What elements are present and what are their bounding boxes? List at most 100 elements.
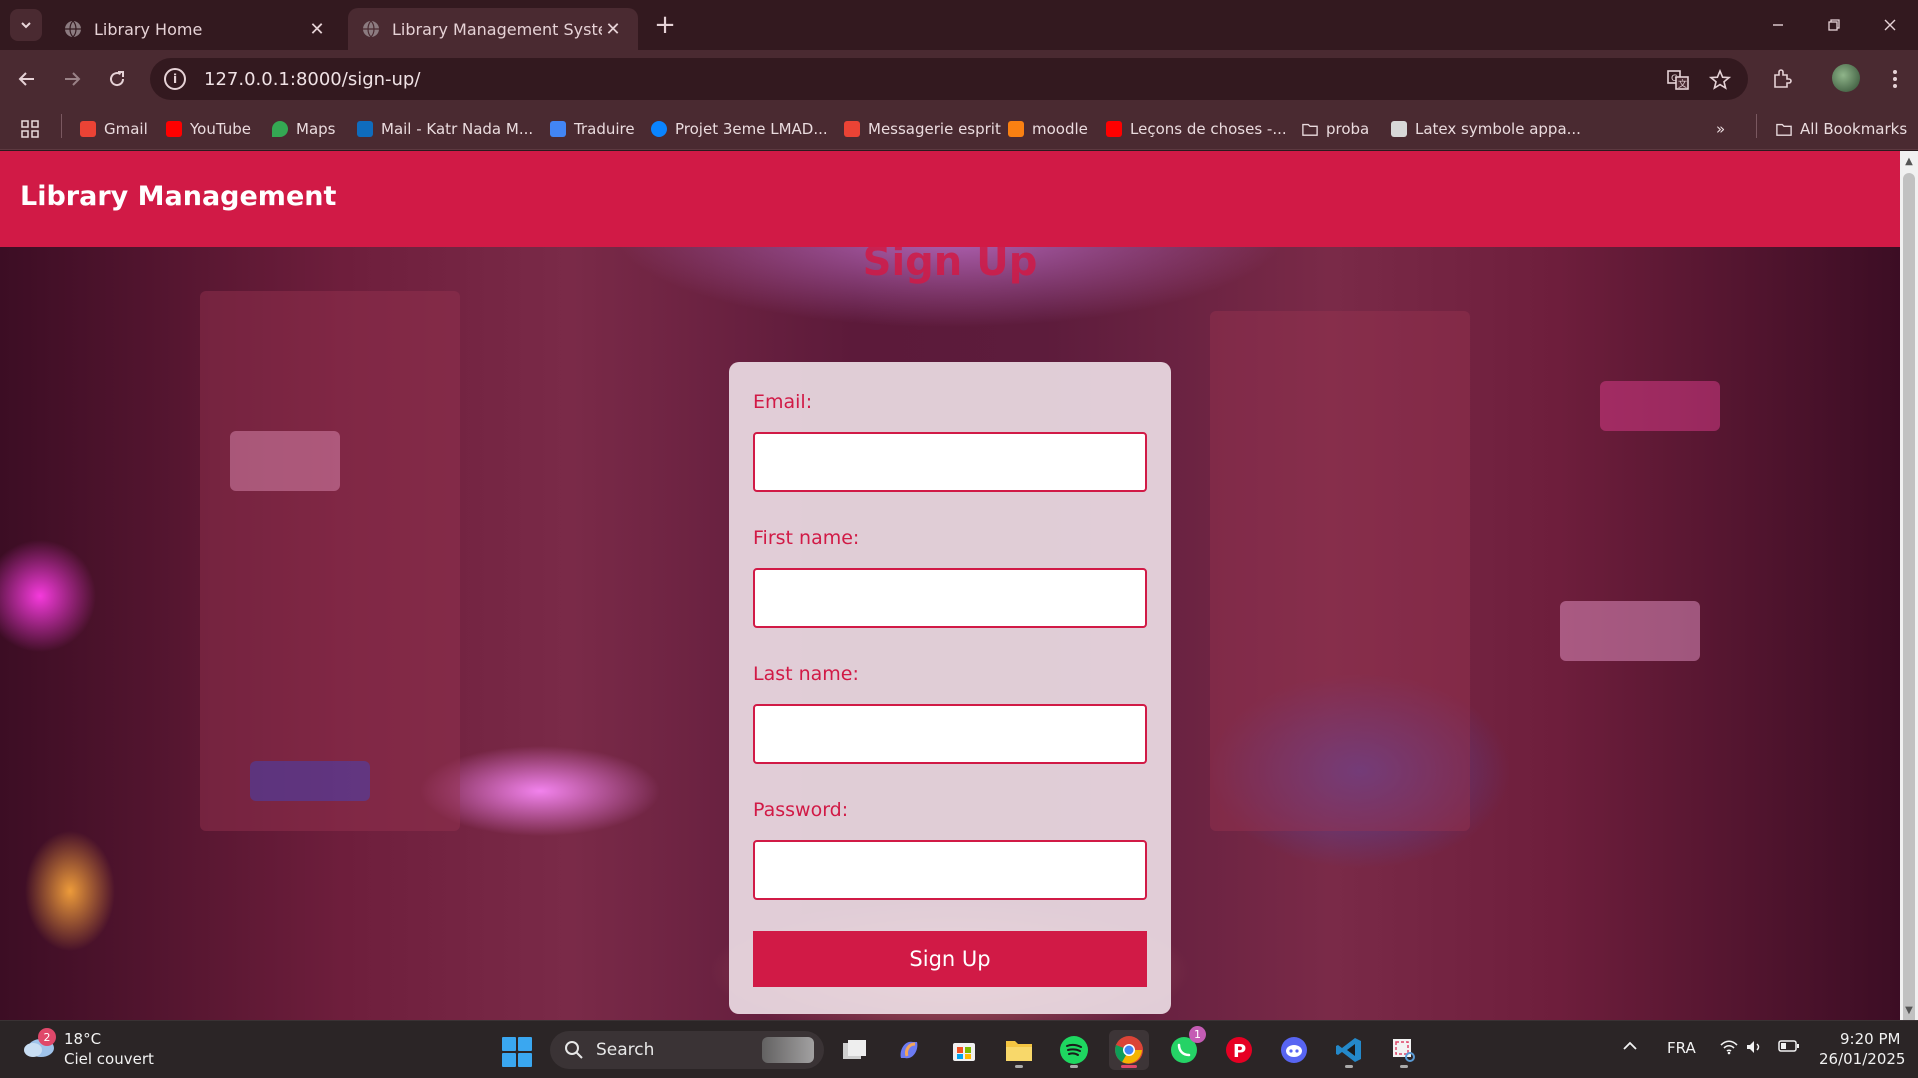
spotify-icon[interactable] <box>1054 1030 1094 1070</box>
bookmark-label: Leçons de choses -... <box>1130 120 1287 138</box>
close-tab-icon[interactable]: ✕ <box>306 18 328 40</box>
forward-button[interactable] <box>55 62 89 96</box>
volume-icon[interactable] <box>1745 1039 1763 1059</box>
wifi-icon[interactable] <box>1720 1039 1738 1059</box>
password-field[interactable] <box>753 840 1147 900</box>
bookmark-gmail[interactable]: Gmail <box>80 116 148 142</box>
bookmark-moodle[interactable]: moodle <box>1008 116 1088 142</box>
file-explorer-icon[interactable] <box>999 1030 1039 1070</box>
svg-text:文: 文 <box>1678 78 1687 90</box>
divider <box>1756 114 1757 138</box>
folder-icon <box>1776 123 1792 136</box>
battery-icon[interactable] <box>1778 1039 1800 1057</box>
last-name-label: Last name: <box>753 663 859 685</box>
chrome-icon[interactable] <box>1109 1030 1149 1070</box>
bookmark-messagerie[interactable]: Messagerie esprit <box>844 116 1001 142</box>
extensions-icon[interactable] <box>1767 64 1797 94</box>
tab-search-button[interactable] <box>10 9 42 41</box>
discord-icon[interactable] <box>1274 1030 1314 1070</box>
address-bar[interactable]: i 127.0.0.1:8000/sign-up/ <box>150 58 1748 100</box>
minimize-button[interactable] <box>1750 0 1806 50</box>
page-scrollbar[interactable]: ▲ ▼ <box>1900 151 1918 1078</box>
active-indicator <box>1121 1065 1137 1068</box>
bookmark-projet[interactable]: Projet 3eme LMAD... <box>651 116 828 142</box>
maps-icon <box>272 121 288 137</box>
new-tab-button[interactable]: + <box>650 10 680 40</box>
page-viewport: Library Management Sign Up Email: First … <box>0 151 1900 1020</box>
email-label: Email: <box>753 391 813 413</box>
whatsapp-icon[interactable]: 1 <box>1164 1026 1206 1070</box>
restore-icon <box>1828 19 1840 31</box>
star-icon[interactable] <box>1707 67 1733 93</box>
search-label: Search <box>596 1040 655 1060</box>
menu-kebab-icon[interactable] <box>1880 64 1910 94</box>
bookmark-maps[interactable]: Maps <box>272 116 335 142</box>
reload-button[interactable] <box>100 62 134 96</box>
youtube-icon <box>1106 121 1122 137</box>
vscode-icon[interactable] <box>1329 1030 1369 1070</box>
site-info-icon[interactable]: i <box>164 68 186 90</box>
bookmark-folder-proba[interactable]: proba <box>1302 116 1369 142</box>
email-field[interactable] <box>753 432 1147 492</box>
page-title: Sign Up <box>862 239 1038 285</box>
tab-library-home[interactable]: Library Home ✕ <box>50 8 342 50</box>
bookmark-lecons[interactable]: Leçons de choses -... <box>1106 116 1287 142</box>
sign-up-button[interactable]: Sign Up <box>753 931 1147 987</box>
bookmark-label: Latex symbole appa... <box>1415 120 1581 138</box>
tab-library-management-system[interactable]: Library Management System ✕ <box>348 8 638 50</box>
tab-title: Library Home <box>94 19 203 39</box>
taskbar-search[interactable]: Search <box>550 1031 824 1069</box>
windows-taskbar: 2 18°C Ciel couvert Search 1 P FRA 9:20 … <box>0 1020 1918 1078</box>
show-hidden-icons-icon[interactable] <box>1622 1039 1638 1057</box>
first-name-field[interactable] <box>753 568 1147 628</box>
scrollbar-thumb[interactable] <box>1903 173 1915 1078</box>
globe-icon <box>363 20 379 38</box>
search-highlight-image <box>762 1037 814 1063</box>
reload-icon <box>110 71 125 87</box>
scroll-down-arrow-icon[interactable]: ▼ <box>1900 1002 1918 1018</box>
more-bookmarks-icon[interactable]: » <box>1716 116 1725 142</box>
minimize-icon <box>1773 24 1783 26</box>
onedrive-icon <box>651 121 667 137</box>
notification-badge: 1 <box>1189 1026 1206 1043</box>
chevron-down-icon <box>21 22 31 29</box>
bookmark-outlook-mail[interactable]: Mail - Katr Nada M... <box>357 116 533 142</box>
windows-start-button[interactable] <box>502 1037 532 1067</box>
bookmark-latex[interactable]: Latex symbole appa... <box>1391 116 1581 142</box>
microsoft-store-icon[interactable] <box>944 1030 984 1070</box>
scroll-up-arrow-icon[interactable]: ▲ <box>1900 153 1918 169</box>
translate-icon[interactable]: G文 <box>1665 67 1691 93</box>
pinterest-icon[interactable]: P <box>1219 1030 1259 1070</box>
restore-button[interactable] <box>1806 0 1862 50</box>
bookmark-traduire[interactable]: Traduire <box>550 116 635 142</box>
snipping-tool-icon[interactable] <box>1384 1030 1424 1070</box>
bookmark-label: Maps <box>296 120 336 138</box>
close-window-button[interactable] <box>1862 0 1918 50</box>
apps-grid-icon[interactable] <box>20 116 40 142</box>
running-indicator <box>1400 1065 1408 1068</box>
browser-toolbar: i 127.0.0.1:8000/sign-up/ G文 <box>0 50 1918 108</box>
running-indicator <box>1015 1065 1023 1068</box>
tab-title: Library Management System <box>392 19 602 39</box>
arrow-left-icon <box>18 72 34 86</box>
bookmarks-bar: Gmail YouTube Maps Mail - Katr Nada M...… <box>0 108 1918 150</box>
bookmark-youtube[interactable]: YouTube <box>166 116 251 142</box>
clock-time[interactable]: 9:20 PM <box>1840 1030 1900 1048</box>
clock-date[interactable]: 26/01/2025 <box>1819 1050 1905 1068</box>
all-bookmarks-folder[interactable]: All Bookmarks <box>1776 116 1907 142</box>
input-language[interactable]: FRA <box>1667 1039 1696 1057</box>
profile-avatar[interactable] <box>1832 64 1860 92</box>
divider <box>61 114 62 138</box>
back-button[interactable] <box>10 62 44 96</box>
bookmark-label: Gmail <box>104 120 148 138</box>
close-tab-icon[interactable]: ✕ <box>602 18 624 40</box>
bookmark-label: Traduire <box>574 120 635 138</box>
translate-icon <box>550 121 566 137</box>
url-text: 127.0.0.1:8000/sign-up/ <box>204 68 421 90</box>
last-name-field[interactable] <box>753 704 1147 764</box>
moodle-icon <box>1008 121 1024 137</box>
close-icon <box>1884 19 1896 31</box>
site-brand[interactable]: Library Management <box>20 181 336 212</box>
task-view-icon[interactable] <box>835 1030 875 1070</box>
copilot-icon[interactable] <box>889 1030 929 1070</box>
